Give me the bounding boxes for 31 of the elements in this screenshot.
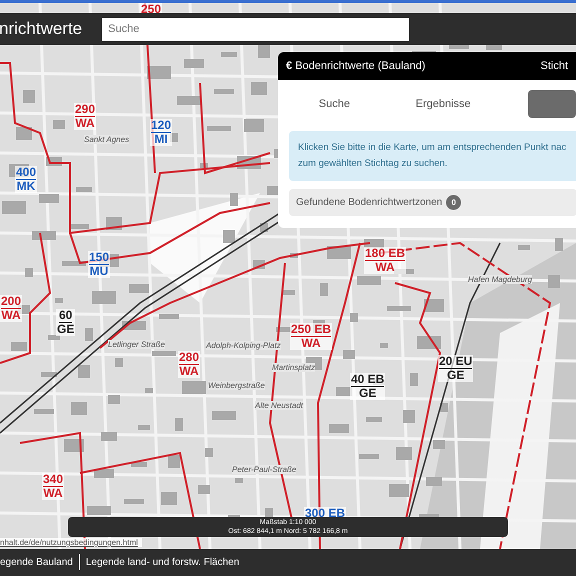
place-label: Alte Neustadt [255,401,304,410]
search-field[interactable]: Suche [102,18,410,40]
zone-label[interactable]: 40 EB GE [350,373,386,400]
place-label: Adolph-Kolping-Platz [206,341,281,350]
legend-link[interactable]: Legende land- und forstw. Flächen [86,554,240,570]
zone-label[interactable]: 20 EU GE [438,355,474,382]
app-title: nrichtwerte [0,18,82,40]
place-label: Hafen Magdeburg [468,275,532,284]
panel-title: € Bodenrichtwerte (Bauland) [286,58,426,74]
info-message: Klicken Sie bitte in die Karte, um am entsprechenden Punkt nac zum gewählten Stichtag zu suchen. [289,131,576,181]
attribution-link[interactable]: nhalt.de/de/nutzungsbedingungen.html [0,538,142,547]
date-label: Sticht [540,58,568,74]
place-label: Martinsplatz [272,363,316,372]
zone-label[interactable]: 340 WA [42,473,64,500]
results-bar[interactable]: Gefundene Bodenrichtwertzonen 0 [289,189,576,216]
zone-label[interactable]: 400 MK [15,166,38,193]
zone-label[interactable]: 250 EB WA [290,323,332,350]
zone-label[interactable]: 280 WA [178,351,200,378]
legend-link[interactable]: egende Bauland [0,554,73,570]
place-label: Weinbergstraße [208,381,265,390]
results-label: Gefundene Bodenrichtwertzonen [296,196,442,210]
zone-label[interactable]: 200 WA [0,295,22,322]
zone-label[interactable]: 150 MU [88,251,110,278]
count-badge: 0 [446,195,462,210]
zone-label[interactable]: 290 WA [74,103,96,130]
zone-label[interactable]: 60 GE [56,309,76,336]
place-label: Peter-Paul-Straße [232,465,296,474]
zone-label[interactable]: 180 EB WA [364,247,406,274]
place-label: Sankt Agnes [84,135,130,144]
zone-label[interactable]: 120 MI [150,119,172,146]
place-label: Letlinger Straße [108,340,165,349]
